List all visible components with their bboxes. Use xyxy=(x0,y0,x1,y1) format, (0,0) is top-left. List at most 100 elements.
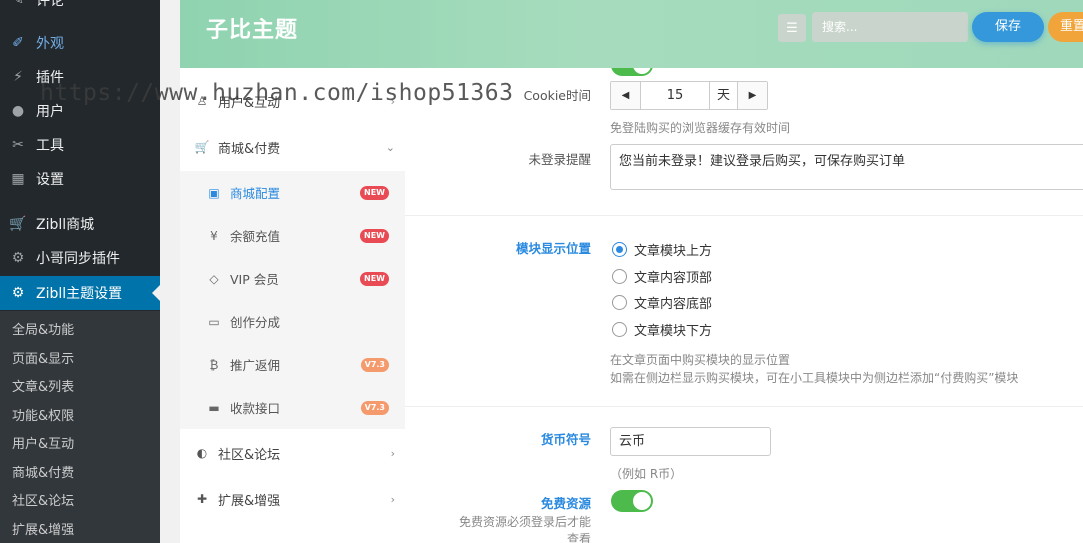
search-input[interactable]: 搜索... xyxy=(812,12,968,42)
wp-submenu-item[interactable]: 文章&列表 xyxy=(0,374,160,403)
gear-icon: ⚙ xyxy=(11,250,25,266)
radio-circle xyxy=(612,322,627,337)
settings-header: 子比主题 ☰ 搜索... 保存 重置 xyxy=(180,0,1083,68)
wp-menu-label: 设置 xyxy=(36,172,64,188)
chevron-right-icon: › xyxy=(390,492,395,506)
bitcoin-icon: ₿ xyxy=(209,357,219,372)
free-resource-label: 免费资源 xyxy=(540,496,591,511)
divider xyxy=(405,215,1083,216)
settings-nav: ♙ 用户&互动 › 🛒 商城&付费 ⌄ ▣ 商城配置 NEW ¥ 余额充值 NE… xyxy=(180,68,405,543)
wp-submenu-item[interactable]: 社区&论坛 xyxy=(0,488,160,517)
active-arrow xyxy=(152,285,160,301)
watermark: https://www.huzhan.com/ishop51363 xyxy=(40,80,514,106)
radio-option[interactable]: 文章内容底部 xyxy=(612,293,712,312)
card-icon: ▬ xyxy=(208,400,220,415)
wp-submenu-item[interactable]: 全局&功能 xyxy=(0,317,160,346)
radio-label: 文章内容底部 xyxy=(634,297,713,312)
community-icon: ◐ xyxy=(196,446,208,460)
radio-circle xyxy=(612,269,627,284)
nav-sub-label: 商城配置 xyxy=(230,186,281,201)
puzzle-icon: ✚ xyxy=(196,492,208,506)
version-badge: V7.3 xyxy=(360,357,389,372)
nav-sub-referral[interactable]: ₿ 推广返佣 V7.3 xyxy=(180,343,405,386)
wp-menu-settings[interactable]: ▦ 设置 xyxy=(0,162,160,196)
cart-icon: 🛒 xyxy=(194,140,210,154)
nav-sub-label: 创作分成 xyxy=(230,315,281,330)
wp-menu-label: 工具 xyxy=(36,138,64,154)
nav-sub-label: 推广返佣 xyxy=(230,358,281,373)
increment-button[interactable]: ▶ xyxy=(738,82,767,109)
nav-shop[interactable]: 🛒 商城&付费 ⌄ xyxy=(180,124,405,170)
new-badge: NEW xyxy=(360,271,389,286)
settings-main-panel: Cookie时间 ◀ 15 天 ▶ 免登陆购买的浏览器缓存有效时间 未登录提醒 … xyxy=(405,68,1083,543)
wp-menu-comments[interactable]: ✎ 评论 xyxy=(0,0,160,17)
nav-sub-vip[interactable]: ◇ VIP 会员 NEW xyxy=(180,257,405,300)
diamond-icon: ◇ xyxy=(209,271,219,286)
wp-menu-tools[interactable]: ✂ 工具 xyxy=(0,128,160,162)
nav-label: 社区&论坛 xyxy=(218,447,281,463)
radio-label: 文章模块下方 xyxy=(634,324,713,339)
appearance-icon: ✐ xyxy=(12,35,24,51)
reset-button[interactable]: 重置 xyxy=(1048,12,1083,42)
radio-circle xyxy=(612,242,627,257)
list-icon: ☰ xyxy=(786,20,798,36)
nav-sub-creator-share[interactable]: ▭ 创作分成 xyxy=(180,300,405,343)
cookie-time-value[interactable]: 15 xyxy=(640,82,710,109)
wp-menu-zibll-theme-settings[interactable]: ⚙ Zibll主题设置 xyxy=(0,276,160,310)
login-prompt-textarea[interactable]: 您当前未登录！建议登录后购买，可保存购买订单 xyxy=(610,144,1083,190)
version-badge: V7.3 xyxy=(360,400,389,415)
wrench-icon: ✂ xyxy=(12,137,24,153)
radio-option[interactable]: 文章模块下方 xyxy=(612,320,712,339)
radio-option[interactable]: 文章内容顶部 xyxy=(612,267,712,286)
wp-submenu-item[interactable]: 用户&互动 xyxy=(0,431,160,460)
bag-icon: ▣ xyxy=(208,185,220,200)
module-position-help: 在文章页面中购买模块的显示位置 xyxy=(610,353,791,367)
nav-label: 扩展&增强 xyxy=(218,493,281,509)
free-resource-toggle[interactable] xyxy=(611,490,653,512)
save-button[interactable]: 保存 xyxy=(972,12,1044,42)
wp-submenu-item[interactable]: 扩展&增强 xyxy=(0,517,160,543)
nav-extensions[interactable]: ✚ 扩展&增强 › xyxy=(180,476,405,522)
free-resource-help: 免费资源必须登录后才能 xyxy=(458,515,591,529)
decrement-button[interactable]: ◀ xyxy=(611,82,640,109)
currency-input[interactable]: 云币 xyxy=(610,427,771,456)
login-prompt-label: 未登录提醒 xyxy=(528,152,591,167)
nav-sub-balance-recharge[interactable]: ¥ 余额充值 NEW xyxy=(180,214,405,257)
settings-icon: ▦ xyxy=(11,171,25,187)
wp-menu-appearance[interactable]: ✐ 外观 xyxy=(0,26,160,60)
wp-submenu-item[interactable]: 页面&显示 xyxy=(0,346,160,375)
cookie-time-stepper: ◀ 15 天 ▶ xyxy=(610,81,768,110)
comment-icon: ✎ xyxy=(12,0,24,8)
layout-toggle-button[interactable]: ☰ xyxy=(778,14,806,42)
nav-sub-payment[interactable]: ▬ 收款接口 V7.3 xyxy=(180,386,405,429)
wp-menu-label: Zibll商城 xyxy=(36,217,95,233)
previous-toggle[interactable] xyxy=(611,68,653,76)
wp-submenu: 全局&功能 页面&显示 文章&列表 功能&权限 用户&互动 商城&付费 社区&论… xyxy=(0,311,160,543)
radio-circle xyxy=(612,295,627,310)
module-position-label: 模块显示位置 xyxy=(515,241,591,256)
inbox-icon: ▭ xyxy=(208,314,220,329)
chevron-right-icon: › xyxy=(390,446,395,460)
radio-label: 文章内容顶部 xyxy=(634,271,713,286)
nav-sub-label: 收款接口 xyxy=(230,401,281,416)
nav-sub-label: 余额充值 xyxy=(230,229,281,244)
wp-menu-label: 小哥同步插件 xyxy=(36,251,120,267)
user-icon: ● xyxy=(11,103,25,119)
wp-submenu-item[interactable]: 商城&付费 xyxy=(0,460,160,489)
nav-community[interactable]: ◐ 社区&论坛 › xyxy=(180,430,405,476)
divider xyxy=(405,406,1083,407)
free-resource-help-2: 查看 xyxy=(566,532,591,543)
currency-help: （例如 R币） xyxy=(610,467,683,481)
wp-submenu-item[interactable]: 功能&权限 xyxy=(0,403,160,432)
wp-menu-label: 外观 xyxy=(36,36,64,52)
radio-option[interactable]: 文章模块上方 xyxy=(612,240,712,259)
nav-sub-shop-config[interactable]: ▣ 商城配置 NEW xyxy=(180,171,405,214)
cookie-time-unit: 天 xyxy=(710,82,738,109)
gear-icon: ⚙ xyxy=(11,285,25,301)
nav-sub-label: VIP 会员 xyxy=(230,272,279,287)
cart-icon: 🛒 xyxy=(9,216,27,232)
wp-menu-sync-plugin[interactable]: ⚙ 小哥同步插件 xyxy=(0,241,160,275)
wp-menu-zibll-shop[interactable]: 🛒 Zibll商城 xyxy=(0,207,160,241)
cookie-time-help: 免登陆购买的浏览器缓存有效时间 xyxy=(610,121,791,135)
chevron-down-icon: ⌄ xyxy=(385,140,395,154)
